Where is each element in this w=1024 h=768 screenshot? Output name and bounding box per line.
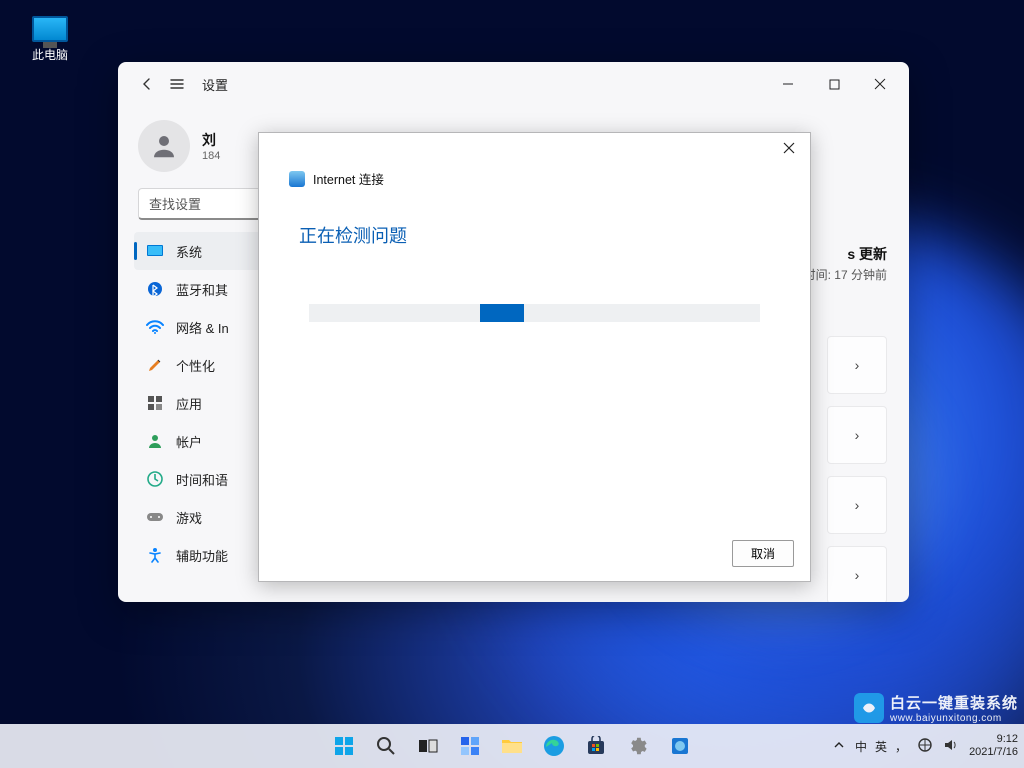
apps-icon: [146, 394, 164, 412]
close-button[interactable]: [857, 68, 903, 100]
progress-indicator: [480, 304, 524, 322]
watermark-line2: www.baiyunxitong.com: [890, 713, 1018, 724]
tray-time: 9:12: [969, 733, 1018, 746]
chevron-right-icon: ›: [855, 567, 860, 583]
person-icon: [149, 131, 179, 161]
taskbar-center: [325, 727, 699, 765]
window-title: 设置: [202, 75, 228, 94]
sidebar-item-label: 时间和语: [176, 470, 228, 489]
settings-titlebar: 设置: [118, 62, 909, 106]
maximize-button[interactable]: [811, 68, 857, 100]
monitor-icon: [32, 16, 68, 42]
watermark-line1: 白云一键重装系统: [890, 692, 1018, 713]
tray-date: 2021/7/16: [969, 746, 1018, 759]
dialog-title: Internet 连接: [313, 169, 384, 188]
sidebar-item-label: 个性化: [176, 356, 215, 375]
clock-globe-icon: [146, 470, 164, 488]
sidebar-item-label: 帐户: [176, 432, 202, 451]
search-button[interactable]: [367, 727, 405, 765]
internet-icon: [289, 171, 305, 187]
volume-tray-icon[interactable]: [943, 738, 959, 755]
system-icon: [146, 242, 164, 260]
wifi-icon: [146, 318, 164, 336]
paintbrush-icon: [146, 356, 164, 374]
settings-card[interactable]: ›: [827, 336, 887, 394]
desktop-icon-this-pc[interactable]: 此电脑: [15, 10, 85, 63]
network-troubleshooter-taskbar-button[interactable]: [661, 727, 699, 765]
avatar: [138, 120, 190, 172]
minimize-button[interactable]: [765, 68, 811, 100]
sidebar-item-label: 应用: [176, 394, 202, 413]
sidebar-item-label: 系统: [176, 242, 202, 261]
sidebar-item-label: 辅助功能: [176, 546, 228, 565]
hamburger-menu-icon[interactable]: [162, 69, 192, 99]
ime-mode: 英: [875, 738, 887, 755]
search-placeholder: 查找设置: [149, 194, 201, 213]
dialog-close-button[interactable]: [774, 135, 804, 161]
back-button[interactable]: [132, 69, 162, 99]
ime-indicator[interactable]: 中 英 ，: [855, 738, 907, 755]
chevron-right-icon: ›: [855, 497, 860, 513]
network-tray-icon[interactable]: [917, 738, 933, 755]
desktop-icon-label: 此电脑: [15, 46, 85, 63]
cancel-button[interactable]: 取消: [732, 540, 794, 567]
task-view-button[interactable]: [409, 727, 447, 765]
windows-update-sub: 时间: 17 分钟前: [804, 266, 887, 283]
start-button[interactable]: [325, 727, 363, 765]
settings-card[interactable]: ›: [827, 546, 887, 602]
taskbar: 中 英 ， 9:12 2021/7/16: [0, 724, 1024, 768]
progress-bar: [309, 304, 760, 322]
troubleshooter-dialog: Internet 连接 正在检测问题 取消: [258, 132, 811, 582]
profile-name: 刘: [202, 130, 220, 150]
accounts-icon: [146, 432, 164, 450]
gaming-icon: [146, 508, 164, 526]
settings-card[interactable]: ›: [827, 406, 887, 464]
sidebar-item-label: 游戏: [176, 508, 202, 527]
widgets-button[interactable]: [451, 727, 489, 765]
settings-card[interactable]: ›: [827, 476, 887, 534]
file-explorer-button[interactable]: [493, 727, 531, 765]
ime-lang: 中: [855, 738, 867, 755]
watermark: 白云一键重装系统 www.baiyunxitong.com: [854, 692, 1018, 724]
settings-taskbar-button[interactable]: [619, 727, 657, 765]
chevron-right-icon: ›: [855, 427, 860, 443]
clock[interactable]: 9:12 2021/7/16: [969, 733, 1018, 759]
bluetooth-icon: [146, 280, 164, 298]
chevron-right-icon: ›: [855, 357, 860, 373]
store-button[interactable]: [577, 727, 615, 765]
profile-sub: 184: [202, 150, 220, 162]
tray-chevron-up-icon[interactable]: [833, 739, 845, 754]
sidebar-item-label: 蓝牙和其: [176, 280, 228, 299]
watermark-logo-icon: [854, 693, 884, 723]
windows-update-title: s 更新: [804, 244, 887, 264]
sidebar-item-label: 网络 & In: [176, 318, 229, 337]
accessibility-icon: [146, 546, 164, 564]
edge-button[interactable]: [535, 727, 573, 765]
dialog-heading: 正在检测问题: [289, 222, 780, 248]
system-tray: 中 英 ， 9:12 2021/7/16: [833, 733, 1018, 759]
ime-punct: ，: [895, 738, 907, 755]
